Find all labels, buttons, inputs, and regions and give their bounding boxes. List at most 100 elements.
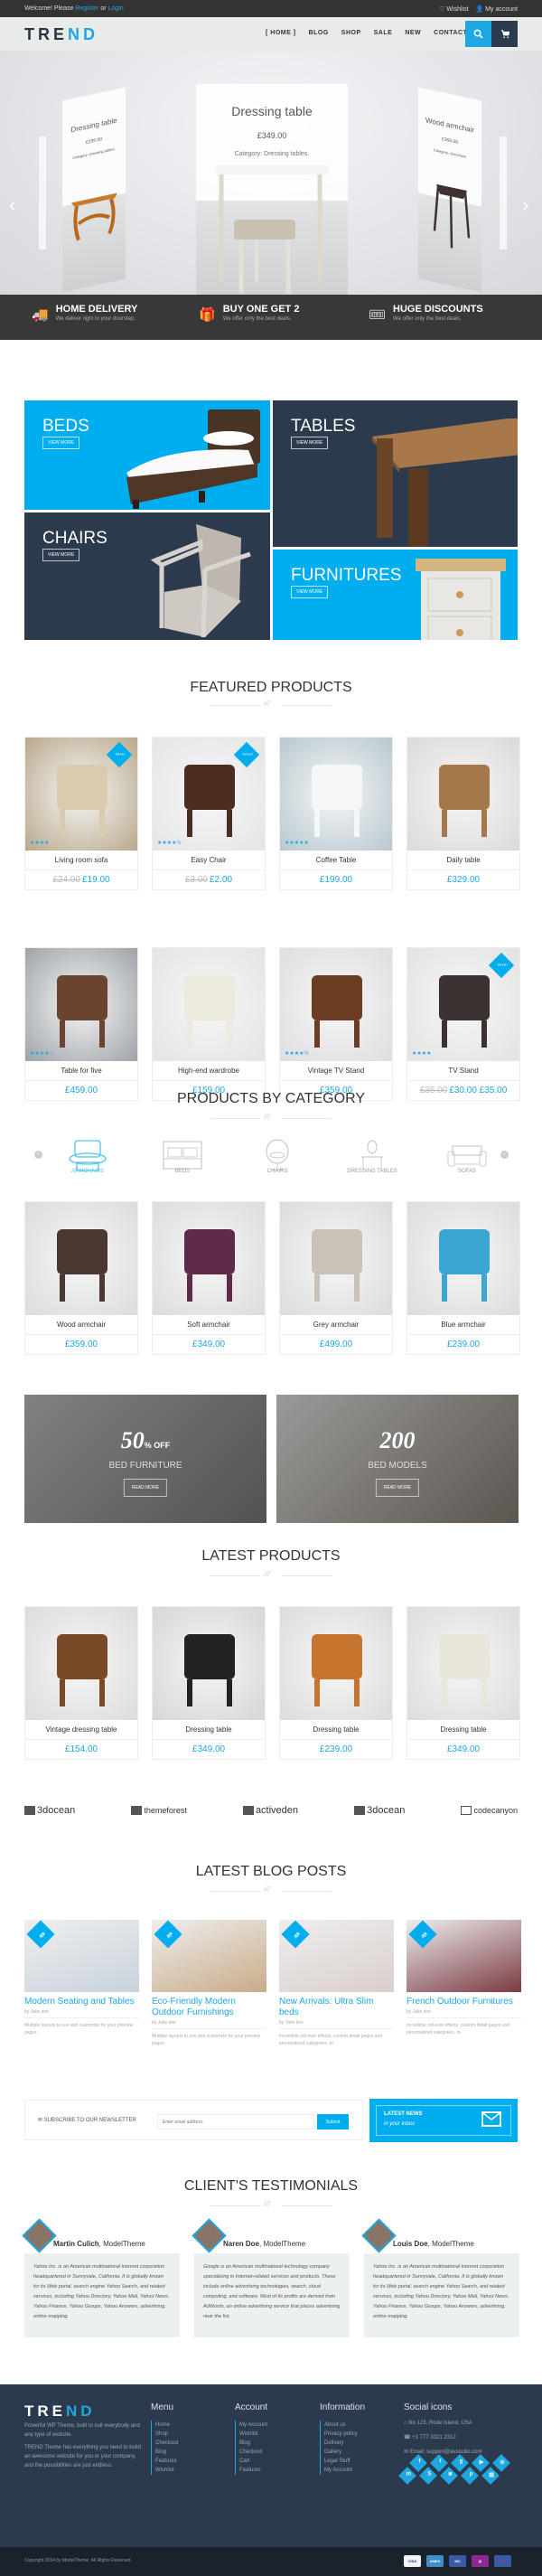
product-name[interactable]: Daily table — [407, 851, 519, 870]
email-input[interactable] — [157, 2114, 314, 2129]
product-name[interactable]: Vintage dressing table — [25, 1720, 137, 1740]
read-more-button[interactable]: READ MORE — [375, 1479, 420, 1497]
blog-title[interactable]: Eco-Friendly Modern Outdoor Furnishings — [152, 1997, 266, 2018]
login-link[interactable]: Login — [108, 5, 124, 12]
blog-post[interactable]: 23 Apr Modern Seating and Tables by Jake do… — [24, 1920, 139, 2036]
product-card[interactable]: ★★★★☆ Table for five £459.00 — [24, 947, 138, 1101]
product-name[interactable]: TV Stand — [407, 1061, 519, 1081]
view-more-button[interactable]: VIEW MORE — [42, 549, 80, 561]
tab-beds[interactable]: BEDS — [142, 1139, 223, 1174]
search-button[interactable] — [465, 21, 491, 47]
product-card[interactable]: Dressing table £349.00 — [152, 1606, 266, 1760]
product-name[interactable]: High-end wardrobe — [153, 1061, 265, 1081]
slide-left[interactable]: Dressing table £239.00 Category: Dressin… — [62, 87, 126, 293]
flickr-icon[interactable]: ▤ — [481, 2467, 500, 2485]
nav-blog[interactable]: BLOG — [309, 30, 329, 36]
brand-themeforest[interactable]: themeforest — [131, 1806, 187, 1815]
footer-logo[interactable]: TREND — [24, 2402, 96, 2421]
read-more-button[interactable]: READ MORE — [123, 1479, 168, 1497]
register-link[interactable]: Register — [75, 5, 98, 12]
product-image[interactable] — [407, 1607, 519, 1720]
product-image[interactable] — [407, 1202, 519, 1315]
tab-chairs[interactable]: CHAIRS — [237, 1139, 318, 1174]
view-more-button[interactable]: VIEW MORE — [291, 437, 329, 449]
product-image[interactable]: SALE! ★★★★½ — [153, 738, 265, 851]
product-image[interactable] — [153, 948, 265, 1061]
blog-image[interactable]: 23 Apr — [279, 1920, 394, 1992]
promo-chairs[interactable]: CHAIRS VIEW MORE — [24, 512, 270, 640]
category-next-button[interactable]: › — [500, 1151, 509, 1159]
submit-button[interactable]: Submit — [317, 2114, 349, 2129]
product-name[interactable]: Vintage TV Stand — [280, 1061, 392, 1081]
footer-info-link[interactable]: Legal Stuff — [320, 2457, 365, 2466]
product-card[interactable]: SALE! ★★★★½ Easy Chair £3.00 £2.00 — [152, 737, 266, 890]
instagram-icon[interactable]: ◙ — [440, 2467, 458, 2485]
footer-account-link[interactable]: Cart — [235, 2457, 267, 2466]
promo-furnitures[interactable]: FURNITURES VIEW MORE — [273, 550, 518, 640]
blog-title[interactable]: French Outdoor Furnitures — [406, 1997, 521, 2007]
blog-image[interactable]: 23 Apr — [406, 1920, 521, 1992]
product-image[interactable]: ★★★★☆ — [25, 948, 137, 1061]
linkedin-icon[interactable]: in — [398, 2467, 416, 2485]
promo-bed-furniture[interactable]: 50% OFF BED FURNITURE READ MORE — [24, 1395, 266, 1523]
footer-info-link[interactable]: Privacy policy — [320, 2430, 365, 2439]
footer-info-link[interactable]: Gallery — [320, 2448, 365, 2457]
footer-info-link[interactable]: My Account — [320, 2466, 365, 2475]
product-name[interactable]: Wood armchair — [25, 1315, 137, 1335]
promo-bed-models[interactable]: 200 BED MODELS READ MORE — [276, 1395, 519, 1523]
tab-armchairs[interactable]: ARMCHAIRS — [47, 1139, 128, 1174]
skype-icon[interactable]: S — [419, 2467, 437, 2485]
product-image[interactable]: SALE! ★★★★ — [25, 738, 137, 851]
slider-next-arrow[interactable]: › — [522, 193, 528, 217]
slider-prev-arrow[interactable]: ‹ — [9, 193, 15, 217]
footer-menu-link[interactable]: Checkout — [151, 2439, 178, 2448]
blog-post[interactable]: 23 Apr Eco-Friendly Modern Outdoor Furnish… — [152, 1920, 266, 2047]
footer-account-link[interactable]: Wishlist — [235, 2430, 267, 2439]
blog-title[interactable]: Modern Seating and Tables — [24, 1997, 139, 2007]
product-image[interactable] — [280, 1202, 392, 1315]
cart-button[interactable] — [491, 21, 518, 47]
email-link[interactable]: ✉ Email: support@avstudio.com — [404, 2449, 481, 2455]
product-card[interactable]: SALE! ★★★★ Living room sofa £24.00 £19.00 — [24, 737, 138, 890]
slide-far-right[interactable] — [500, 136, 507, 249]
product-image[interactable] — [25, 1607, 137, 1720]
latest-news-box[interactable]: LATEST NEWS in your inbox — [369, 2099, 518, 2142]
blog-post[interactable]: 23 Apr French Outdoor Furnitures by Jake do… — [406, 1920, 521, 2036]
product-name[interactable]: Table for five — [25, 1061, 137, 1081]
logo[interactable]: TREND — [24, 25, 98, 44]
blog-image[interactable]: 23 Apr — [24, 1920, 139, 1992]
my-account-link[interactable]: 👤 My account — [476, 5, 518, 13]
footer-menu-link[interactable]: Features — [151, 2457, 178, 2466]
footer-account-link[interactable]: Features — [235, 2466, 267, 2475]
product-image[interactable] — [153, 1607, 265, 1720]
brand-3docean[interactable]: 3docean — [24, 1805, 75, 1816]
nav-home[interactable]: [ HOME ] — [266, 30, 296, 36]
product-card[interactable]: Soft armchair £349.00 — [152, 1201, 266, 1355]
product-card[interactable]: Dressing table £349.00 — [406, 1606, 520, 1760]
view-more-button[interactable]: VIEW MORE — [291, 586, 329, 598]
product-image[interactable] — [25, 1202, 137, 1315]
blog-title[interactable]: New Arrivals: Ultra Slim beds — [279, 1997, 394, 2018]
footer-info-link[interactable]: About us — [320, 2421, 365, 2430]
promo-beds[interactable]: BEDS VIEW MORE — [24, 400, 270, 510]
pinterest-icon[interactable]: p — [461, 2467, 479, 2485]
product-card[interactable]: ★★★★½ Vintage TV Stand £359.00 — [279, 947, 393, 1101]
product-card[interactable]: SALE! ★★★★ TV Stand £35.00 £30.00 £35.00 — [406, 947, 520, 1101]
product-name[interactable]: Soft armchair — [153, 1315, 265, 1335]
product-card[interactable]: Wood armchair £359.00 — [24, 1201, 138, 1355]
product-name[interactable]: Dressing table — [407, 1720, 519, 1740]
brand-codecanyon[interactable]: codecanyon — [461, 1806, 518, 1815]
product-image[interactable]: ★★★★★ — [280, 738, 392, 851]
product-card[interactable]: ★★★★★ Coffee Table £199.00 — [279, 737, 393, 890]
product-card[interactable]: Grey armchair £499.00 — [279, 1201, 393, 1355]
footer-menu-link[interactable]: Wishlist — [151, 2466, 178, 2475]
product-name[interactable]: Easy Chair — [153, 851, 265, 870]
footer-account-link[interactable]: Blog — [235, 2439, 267, 2448]
footer-info-link[interactable]: Delivery — [320, 2439, 365, 2448]
nav-contact[interactable]: CONTACT — [434, 30, 467, 36]
nav-new[interactable]: NEW — [405, 30, 421, 36]
product-name[interactable]: Grey armchair — [280, 1315, 392, 1335]
footer-menu-link[interactable]: Blog — [151, 2448, 178, 2457]
view-more-button[interactable]: VIEW MORE — [42, 437, 80, 449]
product-card[interactable]: Vintage dressing table £154.00 — [24, 1606, 138, 1760]
